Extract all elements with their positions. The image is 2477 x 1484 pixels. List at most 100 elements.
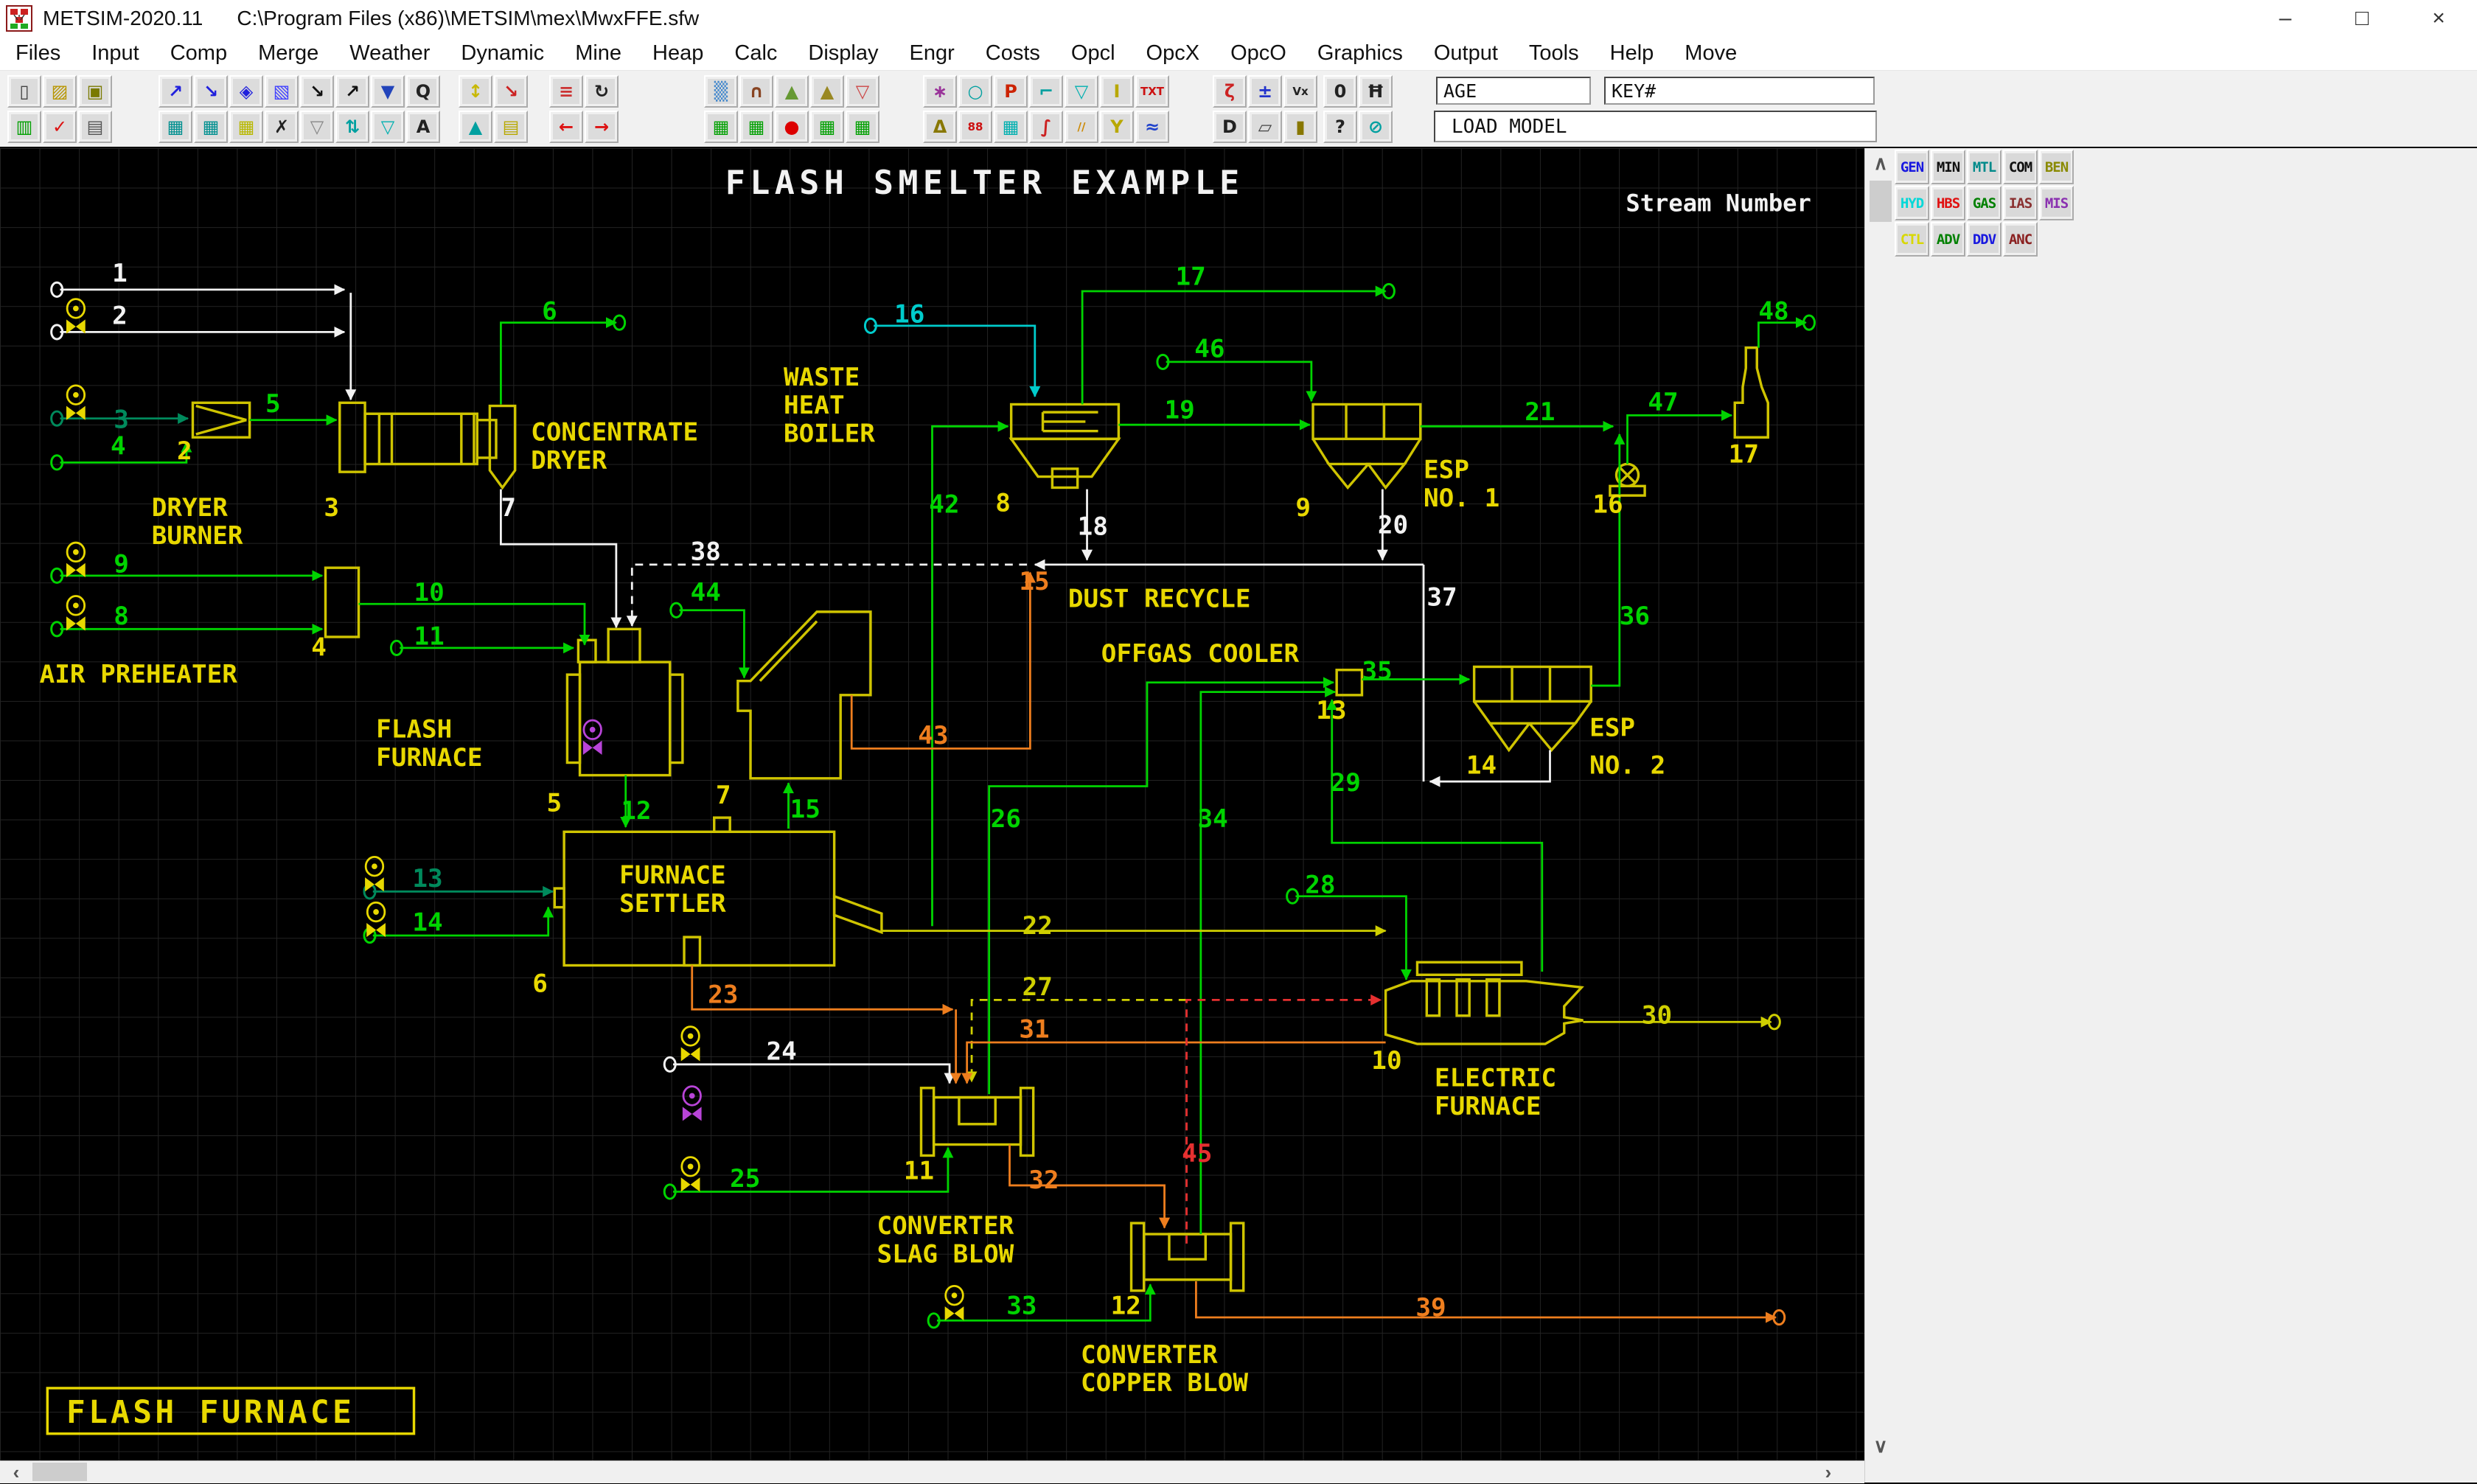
mine-button[interactable]: ∩ — [739, 75, 773, 108]
stream-line-28[interactable] — [1295, 895, 1412, 980]
menu-opcx[interactable]: OpcX — [1131, 41, 1216, 66]
stream-line-17[interactable] — [1081, 285, 1387, 405]
scroll-left-arrow[interactable]: ‹ — [3, 1461, 29, 1483]
equipment-shape[interactable] — [1384, 980, 1584, 1045]
stream-line-31[interactable] — [961, 1041, 1386, 1084]
math-button[interactable]: ± — [1248, 75, 1282, 108]
feeder-icon[interactable] — [680, 1025, 700, 1062]
mixer-button[interactable]: ∗ — [923, 75, 957, 108]
equipment-shape[interactable] — [669, 673, 684, 764]
equipment-shape[interactable] — [475, 419, 498, 459]
menu-files[interactable]: Files — [0, 41, 76, 66]
fit-vertical-button[interactable]: ↕ — [459, 75, 492, 108]
equipment-shape[interactable] — [1311, 438, 1330, 465]
category-button-ddv[interactable]: DDV — [1967, 222, 2002, 257]
calc-unit-button[interactable]: ▦ — [846, 111, 879, 143]
controller-button[interactable]: ζ — [1213, 75, 1247, 108]
feeder-icon[interactable] — [66, 541, 86, 577]
curve-button[interactable]: ∫ — [1029, 111, 1063, 143]
close-button[interactable]: × — [2400, 0, 2477, 37]
equipment-shape[interactable] — [1019, 1087, 1035, 1157]
step-forward-button[interactable]: → — [585, 111, 619, 143]
iterate-button[interactable]: ↻ — [585, 75, 619, 108]
horizontal-scrollbar[interactable]: ‹ › — [0, 1460, 1864, 1483]
unit-links-button[interactable]: ⇅ — [335, 111, 369, 143]
txt-report-button[interactable]: TXT — [1135, 75, 1169, 108]
scroll-up-arrow[interactable]: ∧ — [1865, 150, 1896, 176]
stream-line-34[interactable] — [1199, 686, 1337, 1235]
page-button[interactable]: ▱ — [1248, 111, 1282, 143]
category-button-hbs[interactable]: HBS — [1931, 186, 1965, 220]
calc-once-button[interactable]: ▦ — [704, 111, 738, 143]
text-tool-button[interactable]: A — [406, 111, 440, 143]
report-view-button[interactable]: ▤ — [494, 111, 528, 143]
equipment-shape[interactable] — [1365, 462, 1407, 490]
equipment-shape[interactable] — [1485, 978, 1501, 1017]
stream-line-14[interactable] — [372, 906, 554, 937]
scroll-down-arrow[interactable]: ∨ — [1865, 1432, 1896, 1459]
equipment-shape[interactable] — [1335, 669, 1364, 697]
equipment-shape[interactable] — [832, 894, 883, 935]
report-export-button[interactable]: ↘ — [494, 75, 528, 108]
step-back-button[interactable]: ← — [549, 111, 583, 143]
flowsheet-svg[interactable]: FLASH SMELTER EXAMPLEStream Number123452… — [0, 148, 1864, 1460]
steps-button[interactable]: ⌐ — [1029, 75, 1063, 108]
stream-line-27[interactable] — [966, 999, 1187, 1083]
stop-button[interactable]: ● — [775, 111, 809, 143]
category-button-gen[interactable]: GEN — [1895, 150, 1929, 184]
find-button[interactable]: Q — [406, 75, 440, 108]
category-button-mtl[interactable]: MTL — [1967, 150, 2002, 184]
check-model-button[interactable]: ✓ — [43, 111, 77, 143]
disable-button[interactable]: ⊘ — [1359, 111, 1393, 143]
thickener-button[interactable]: ▽ — [1065, 75, 1098, 108]
table-streams-button[interactable]: ▦ — [158, 111, 192, 143]
category-button-min[interactable]: MIN — [1931, 150, 1965, 184]
menu-output[interactable]: Output — [1418, 41, 1513, 66]
link-out-button[interactable]: ↗ — [335, 75, 369, 108]
new-file-button[interactable]: ▯ — [7, 75, 41, 108]
feeder-icon[interactable] — [944, 1284, 964, 1321]
equipment-shape[interactable] — [1527, 722, 1578, 753]
pens-button[interactable]: // — [1065, 111, 1098, 143]
dde-button[interactable]: D — [1213, 111, 1247, 143]
balance-button[interactable]: Δ — [923, 111, 957, 143]
equipment-shape[interactable] — [1733, 346, 1769, 439]
equipment-shape[interactable] — [683, 936, 702, 967]
feeder-icon[interactable] — [66, 384, 86, 420]
open-file-button[interactable]: ▨ — [43, 75, 77, 108]
stream-down-button[interactable]: ↘ — [194, 75, 228, 108]
stream-line-7[interactable] — [500, 489, 622, 629]
equipment-shape[interactable] — [759, 620, 818, 682]
equipment-shape[interactable] — [488, 404, 517, 490]
unit-params-button[interactable]: ▽ — [300, 111, 334, 143]
section-button[interactable]: Y — [1100, 111, 1134, 143]
heap-button[interactable]: ▲ — [810, 75, 844, 108]
bbe-button[interactable]: 88 — [958, 111, 992, 143]
feeder-icon[interactable] — [680, 1156, 700, 1192]
menu-help[interactable]: Help — [1595, 41, 1670, 66]
menu-opcl[interactable]: Opcl — [1056, 41, 1131, 66]
weigh-button[interactable]: ▲ — [459, 111, 492, 143]
grid-report-button[interactable]: ▦ — [994, 111, 1028, 143]
table-units-button[interactable]: ▦ — [194, 111, 228, 143]
multicurve-button[interactable]: ≈ — [1135, 111, 1169, 143]
equipment-shape[interactable] — [958, 1095, 997, 1126]
category-button-gas[interactable]: GAS — [1967, 186, 2002, 220]
equipment-shape[interactable] — [932, 1095, 1022, 1146]
equipment-shape[interactable] — [1008, 437, 1121, 478]
equipment-shape[interactable] — [565, 673, 582, 764]
equipment-shape[interactable] — [1051, 467, 1079, 490]
menu-merge[interactable]: Merge — [243, 41, 334, 66]
funnel-button[interactable]: ▽ — [371, 111, 405, 143]
equipment-shape[interactable] — [1574, 700, 1592, 725]
copy-reports-button[interactable]: ≡ — [549, 75, 583, 108]
category-button-mis[interactable]: MIS — [2039, 186, 2074, 220]
insert-unit-button[interactable]: ▼ — [371, 75, 405, 108]
equipment-shape[interactable] — [1455, 978, 1471, 1017]
minimize-button[interactable]: – — [2247, 0, 2324, 37]
stream-line-36[interactable] — [1591, 433, 1626, 687]
delete-button[interactable]: ✗ — [265, 111, 299, 143]
menu-comp[interactable]: Comp — [155, 41, 243, 66]
equipment-shape[interactable] — [324, 566, 360, 638]
equipment-shape[interactable] — [1487, 722, 1533, 753]
